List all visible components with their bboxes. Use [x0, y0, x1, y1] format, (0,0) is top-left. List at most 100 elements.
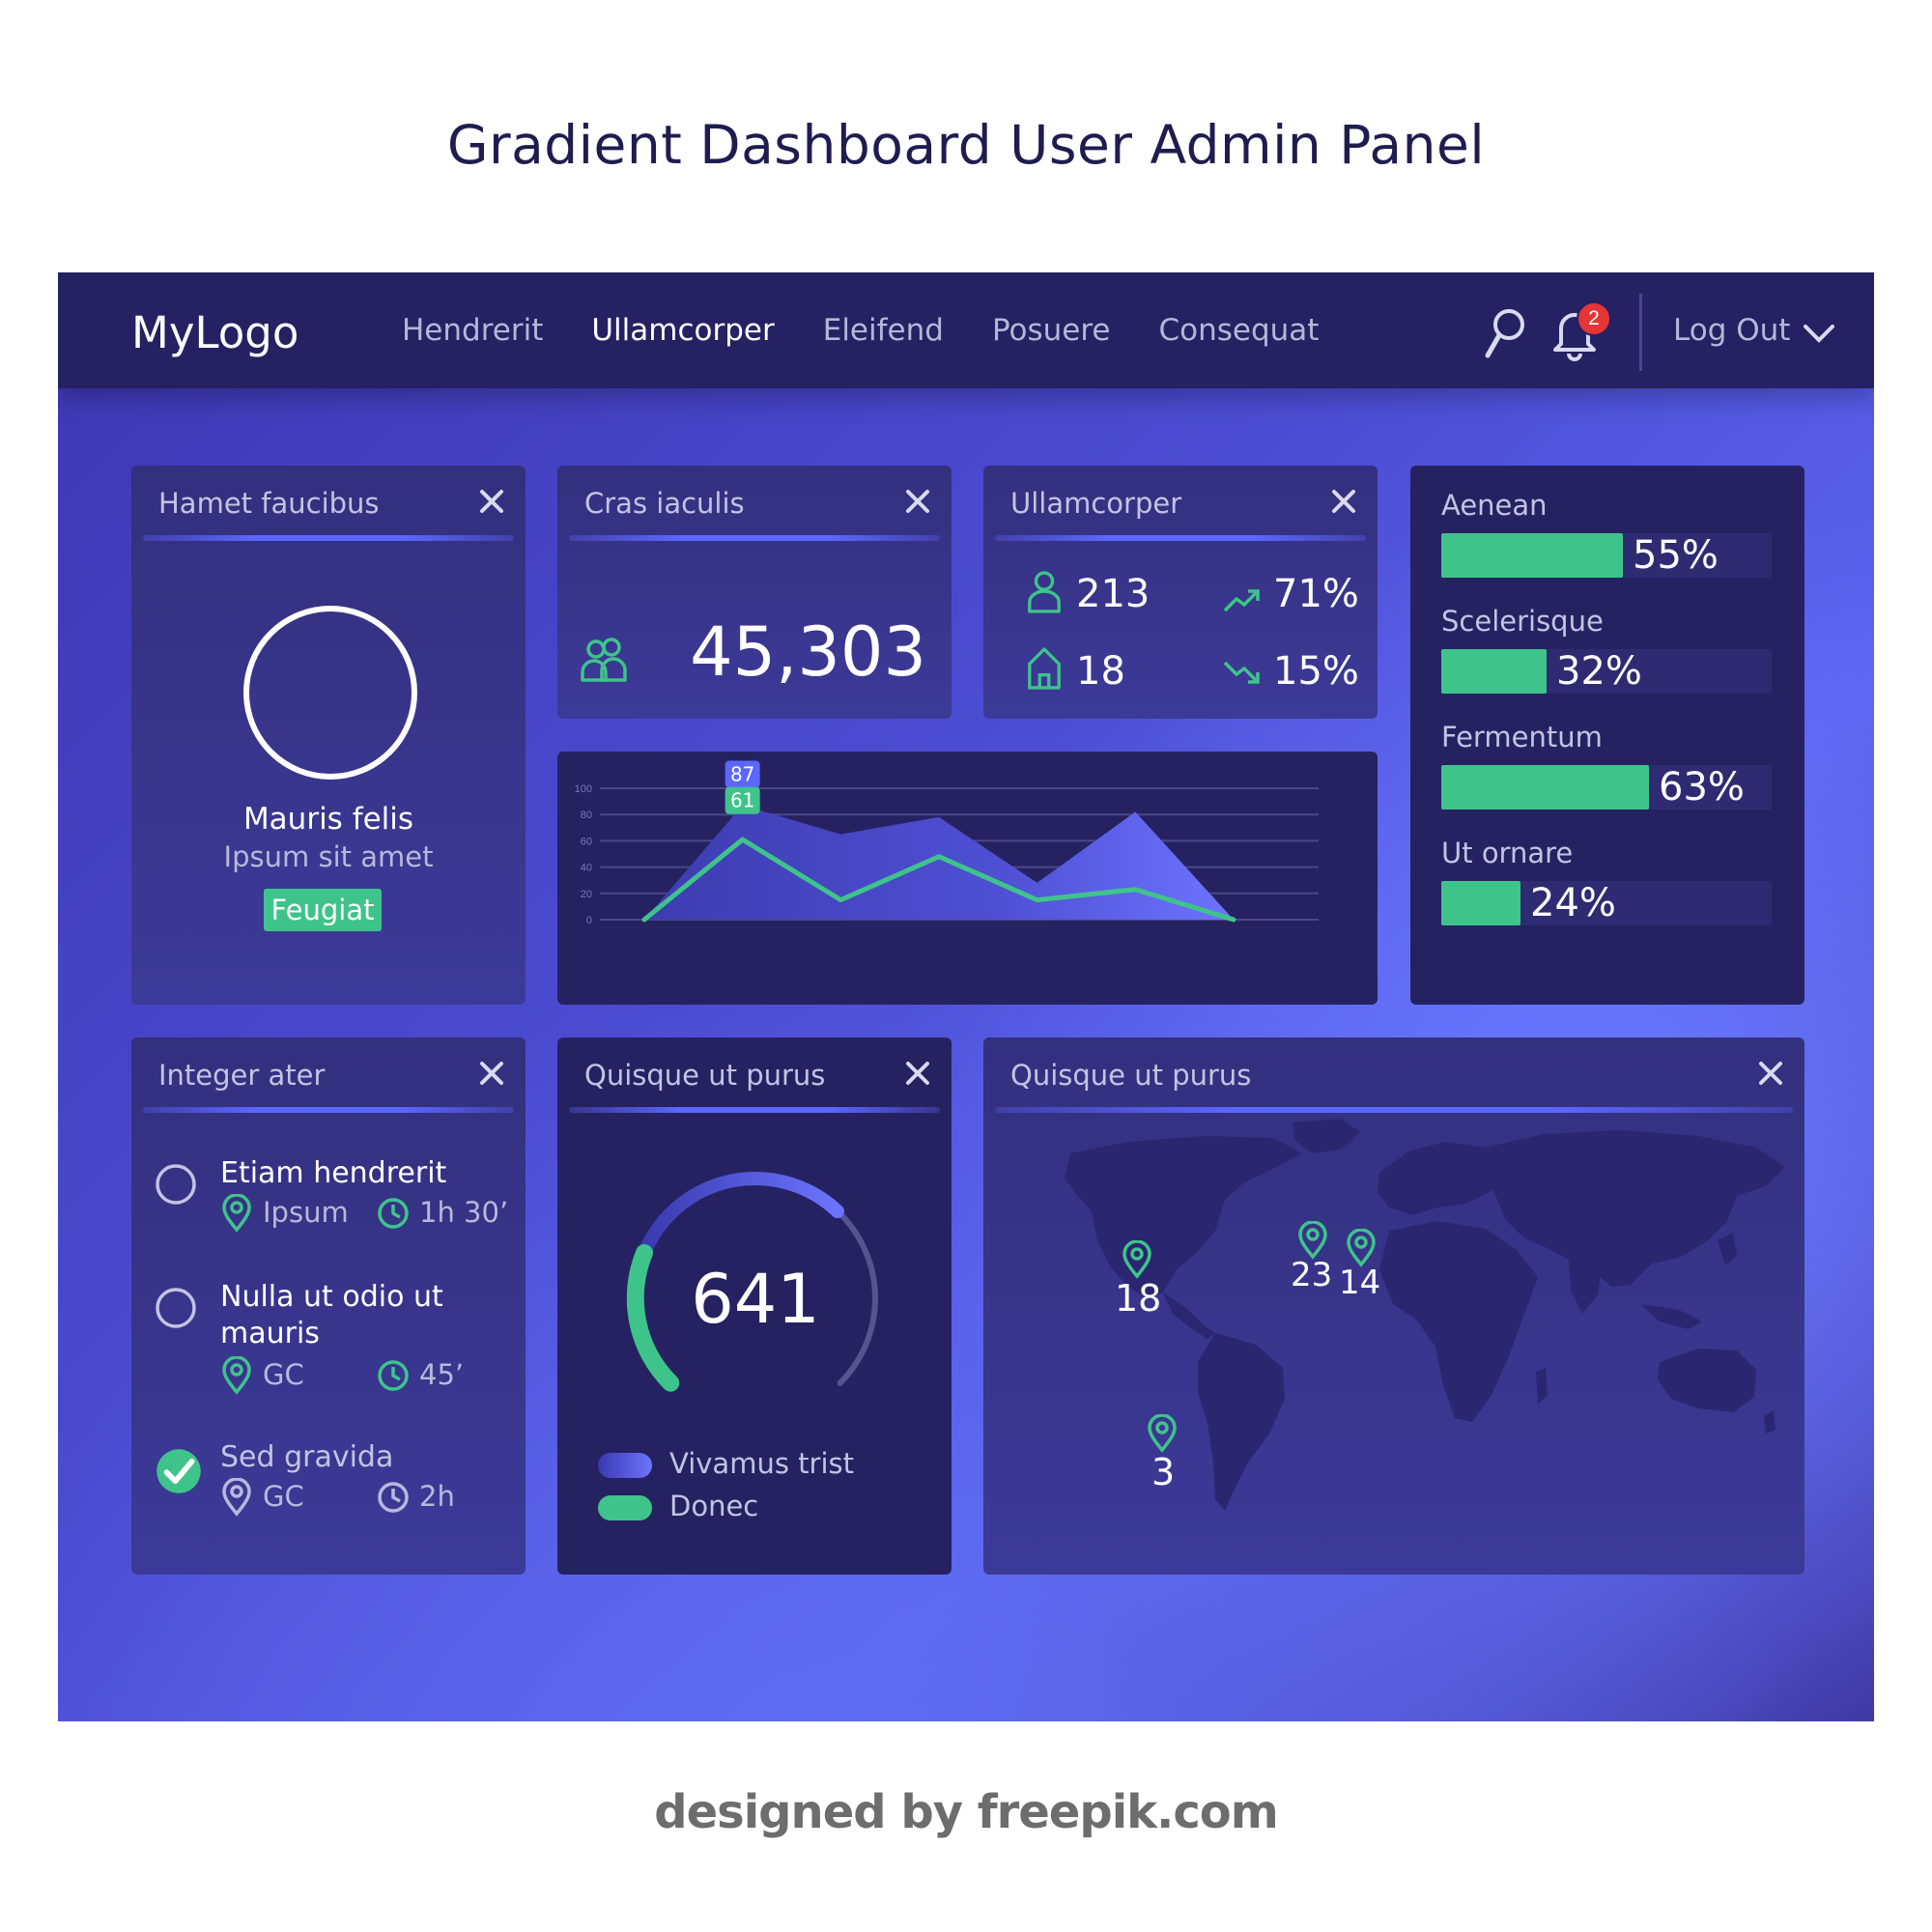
card-divider — [995, 1107, 1793, 1113]
group-icon — [581, 638, 627, 682]
location-pin-icon[interactable] — [1146, 1414, 1179, 1453]
task-time: 1h 30’ — [419, 1196, 509, 1229]
progress-label: Fermentum — [1441, 721, 1603, 753]
chevron-down-icon[interactable] — [1803, 323, 1835, 344]
main-nav: Hendrerit Ullamcorper Eleifend Posuere C… — [402, 272, 1367, 388]
task-checkbox[interactable] — [155, 1163, 197, 1206]
task-time: 2h — [419, 1480, 455, 1513]
close-icon[interactable] — [903, 487, 932, 516]
y-tick-label: 40 — [581, 863, 592, 874]
progress-fill — [1441, 765, 1649, 810]
search-icon[interactable] — [1482, 307, 1526, 361]
nav-item-posuere[interactable]: Posuere — [992, 313, 1111, 348]
task-place: GC — [263, 1358, 304, 1391]
top-navbar: MyLogo Hendrerit Ullamcorper Eleifend Po… — [58, 272, 1874, 388]
user-subtitle: Ipsum sit amet — [223, 840, 434, 873]
task-place: GC — [263, 1480, 304, 1513]
home-count: 18 — [1076, 649, 1125, 694]
gauge-value: 641 — [691, 1260, 820, 1339]
progress-bar: 63% — [1441, 765, 1772, 810]
map-pin-label: 23 — [1291, 1256, 1333, 1294]
location-pin-icon[interactable] — [1121, 1240, 1153, 1279]
card-title: Ullamcorper — [1010, 487, 1182, 520]
close-icon[interactable] — [477, 1059, 506, 1088]
tasks-card: Integer ater Etiam hendrerit Ipsum 1h 30… — [131, 1037, 526, 1575]
nav-item-eleifend[interactable]: Eleifend — [823, 313, 944, 348]
world-map — [1065, 1119, 1785, 1511]
progress-fill — [1441, 881, 1520, 925]
gauge-card: Quisque ut purus 641 Vivamus trist Donec — [557, 1037, 952, 1575]
legend-swatch — [598, 1495, 652, 1520]
profile-card: Hamet faucibus Mauris felis Ipsum sit am… — [131, 466, 526, 1005]
location-pin-icon — [222, 1478, 251, 1517]
card-title: Hamet faucibus — [158, 487, 380, 520]
credit-text: designed by freepik.com — [654, 1785, 1279, 1839]
logo[interactable]: MyLogo — [131, 307, 298, 358]
progress-value: 32% — [1556, 649, 1642, 694]
task-title[interactable]: Nulla ut odio ut mauris — [220, 1279, 462, 1352]
progress-label: Ut ornare — [1441, 837, 1574, 869]
user-icon — [1028, 571, 1061, 613]
card-divider — [569, 535, 940, 541]
card-title: Quisque ut purus — [584, 1059, 826, 1092]
nav-item-ullamcorper[interactable]: Ullamcorper — [591, 313, 774, 348]
nav-item-consequat[interactable]: Consequat — [1159, 313, 1320, 348]
legend-label: Vivamus trist — [669, 1447, 854, 1480]
location-pin-icon[interactable] — [1296, 1221, 1329, 1260]
progress-bar: 32% — [1441, 649, 1772, 694]
y-tick-label: 0 — [586, 915, 592, 926]
clock-icon — [378, 1198, 409, 1229]
progress-label: Aenean — [1441, 489, 1548, 522]
map-pin-label: 14 — [1339, 1264, 1381, 1302]
check-icon[interactable] — [155, 1447, 203, 1495]
progress-bar: 24% — [1441, 881, 1772, 925]
progress-value: 24% — [1530, 881, 1616, 925]
logout-button[interactable]: Log Out — [1673, 313, 1790, 348]
divider — [1639, 294, 1642, 371]
legend-label: Donec — [669, 1490, 759, 1522]
progress-value: 55% — [1633, 533, 1719, 578]
close-icon[interactable] — [903, 1059, 932, 1088]
task-title[interactable]: Etiam hendrerit — [220, 1155, 446, 1192]
task-checkbox[interactable] — [155, 1287, 197, 1329]
chart-callout-label: 87 — [730, 763, 754, 786]
clock-icon — [378, 1482, 409, 1513]
page-title: Gradient Dashboard User Admin Panel — [446, 114, 1486, 176]
chart-area-series — [644, 805, 1234, 920]
map-pin-label: 3 — [1151, 1451, 1176, 1493]
map-card: Quisque ut purus 18 23 14 3 — [983, 1037, 1804, 1575]
stats-card: Ullamcorper 213 71% 18 15% — [983, 466, 1378, 719]
location-pin-icon — [222, 1356, 251, 1395]
count-card: Cras iaculis 45,303 — [557, 466, 952, 719]
area-chart-card: 100 80 60 40 20 0 87 61 — [557, 752, 1378, 1005]
y-tick-label: 20 — [581, 889, 592, 900]
progress-label: Scelerisque — [1441, 605, 1604, 638]
up-percent: 71% — [1273, 572, 1359, 616]
task-title[interactable]: Sed gravida — [220, 1439, 393, 1476]
home-icon — [1028, 647, 1061, 690]
close-icon[interactable] — [1756, 1059, 1785, 1088]
progress-fill — [1441, 649, 1547, 694]
close-icon[interactable] — [1329, 487, 1358, 516]
card-divider — [143, 535, 514, 541]
count-value: 45,303 — [690, 612, 926, 692]
card-title: Quisque ut purus — [1010, 1059, 1252, 1092]
down-percent: 15% — [1273, 649, 1359, 694]
card-title: Cras iaculis — [584, 487, 745, 520]
user-count: 213 — [1076, 572, 1151, 616]
trend-up-icon — [1223, 589, 1260, 612]
location-pin-icon[interactable] — [1345, 1229, 1378, 1267]
user-name: Mauris felis — [242, 802, 414, 837]
user-tag-button[interactable]: Feugiat — [264, 889, 382, 931]
avatar[interactable] — [243, 606, 417, 780]
nav-item-hendrerit[interactable]: Hendrerit — [402, 313, 543, 348]
progress-card: Aenean 55% Scelerisque 32% Fermentum 63%… — [1410, 466, 1804, 1005]
card-divider — [569, 1107, 940, 1113]
dashboard-frame: MyLogo Hendrerit Ullamcorper Eleifend Po… — [58, 272, 1874, 1721]
card-divider — [143, 1107, 514, 1113]
close-icon[interactable] — [477, 487, 506, 516]
chart-callout-label: 61 — [730, 789, 754, 812]
task-time: 45’ — [419, 1358, 465, 1391]
card-divider — [995, 535, 1366, 541]
location-pin-icon — [222, 1194, 251, 1233]
